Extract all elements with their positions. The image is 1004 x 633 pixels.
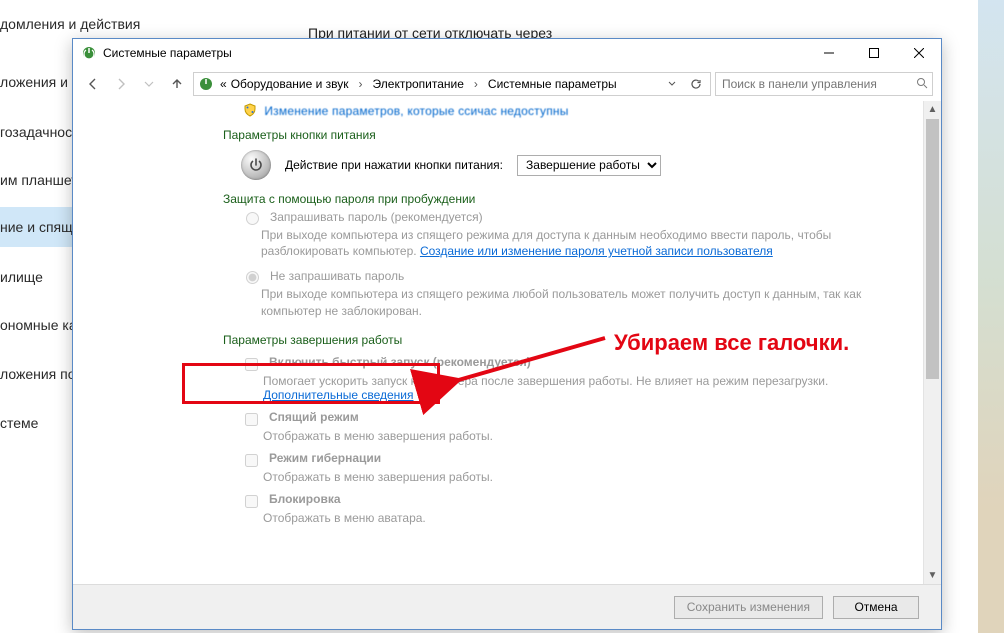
no-password-description: При выходе компьютера из спящего режима …: [261, 286, 883, 318]
navigation-bar: « Оборудование и звук › Электропитание ›…: [73, 67, 941, 101]
refresh-button[interactable]: [686, 74, 706, 94]
window-title: Системные параметры: [103, 46, 806, 60]
breadcrumb-item[interactable]: Системные параметры: [486, 77, 619, 91]
checkbox-label: Включить быстрый запуск (рекомендуется): [269, 355, 531, 374]
no-password-radio: Не запрашивать пароль: [241, 269, 883, 284]
nav-up-button[interactable]: [165, 72, 189, 96]
scrollbar-up-button[interactable]: ▲: [924, 101, 941, 118]
radio-label: Не запрашивать пароль: [270, 269, 404, 284]
shutdown-settings-section-title: Параметры завершения работы: [223, 333, 883, 347]
power-button-action-select[interactable]: Завершение работы: [517, 155, 661, 176]
learn-more-link[interactable]: Дополнительные сведения: [263, 388, 413, 402]
hibernate-description: Отображать в меню завершения работы.: [263, 470, 883, 484]
hibernate-checkbox: [245, 454, 258, 467]
scrollbar-down-button[interactable]: ▼: [924, 567, 941, 584]
search-input[interactable]: [720, 76, 916, 92]
shield-icon: [243, 103, 257, 120]
search-icon[interactable]: [916, 77, 928, 92]
search-box[interactable]: [715, 72, 933, 96]
desktop-wallpaper-strip: [978, 0, 1004, 633]
cancel-button[interactable]: Отмена: [833, 596, 919, 619]
breadcrumb-prefix[interactable]: «: [218, 77, 229, 91]
titlebar: Системные параметры: [73, 39, 941, 67]
address-bar[interactable]: « Оборудование и звук › Электропитание ›…: [193, 72, 711, 96]
power-options-icon: [81, 45, 97, 61]
breadcrumb-item[interactable]: Электропитание: [371, 77, 466, 91]
create-password-link[interactable]: Создание или изменение пароля учетной за…: [420, 244, 773, 258]
breadcrumb-item[interactable]: Оборудование и звук: [229, 77, 351, 91]
sleep-checkbox: [245, 413, 258, 426]
checkbox-label: Блокировка: [269, 492, 341, 511]
vertical-scrollbar[interactable]: ▲ ▼: [923, 101, 941, 584]
checkbox-label: Режим гибернации: [269, 451, 381, 470]
lock-description: Отображать в меню аватара.: [263, 511, 883, 525]
require-password-description: При выходе компьютера из спящего режима …: [261, 227, 883, 259]
close-button[interactable]: [896, 39, 941, 67]
fast-startup-checkbox-row: Включить быстрый запуск (рекомендуется): [241, 355, 883, 374]
footer-bar: Сохранить изменения Отмена: [73, 584, 941, 629]
lock-checkbox-row: Блокировка: [241, 492, 883, 511]
radio-input: [246, 212, 259, 225]
address-dropdown-button[interactable]: [662, 74, 682, 94]
wakeup-protection-section-title: Защита с помощью пароля при пробуждении: [223, 192, 883, 206]
save-button[interactable]: Сохранить изменения: [674, 596, 823, 619]
power-options-icon: [198, 76, 214, 92]
checkbox-label: Спящий режим: [269, 410, 359, 429]
fast-startup-description: Помогает ускорить запуск компьютера посл…: [263, 374, 883, 402]
power-icon: [241, 150, 271, 180]
fast-startup-checkbox: [245, 358, 258, 371]
nav-forward-button[interactable]: [109, 72, 133, 96]
power-button-section-title: Параметры кнопки питания: [223, 128, 883, 142]
chevron-right-icon[interactable]: ›: [466, 77, 486, 91]
scrollbar-thumb[interactable]: [926, 119, 939, 379]
change-unavailable-settings-link[interactable]: Изменение параметров, которые ссичас нед…: [264, 104, 568, 118]
sleep-description: Отображать в меню завершения работы.: [263, 429, 883, 443]
system-settings-window: Системные параметры « Оборудование и зву…: [72, 38, 942, 630]
content-pane: Изменение параметров, которые ссичас нед…: [73, 101, 923, 584]
radio-label: Запрашивать пароль (рекомендуется): [270, 210, 483, 225]
sleep-checkbox-row: Спящий режим: [241, 410, 883, 429]
radio-input: [246, 271, 259, 284]
nav-recent-dropdown[interactable]: [137, 72, 161, 96]
nav-back-button[interactable]: [81, 72, 105, 96]
require-password-radio: Запрашивать пароль (рекомендуется): [241, 210, 883, 225]
chevron-right-icon[interactable]: ›: [351, 77, 371, 91]
power-button-action-label: Действие при нажатии кнопки питания:: [285, 158, 503, 172]
hibernate-checkbox-row: Режим гибернации: [241, 451, 883, 470]
maximize-button[interactable]: [851, 39, 896, 67]
lock-checkbox: [245, 495, 258, 508]
minimize-button[interactable]: [806, 39, 851, 67]
